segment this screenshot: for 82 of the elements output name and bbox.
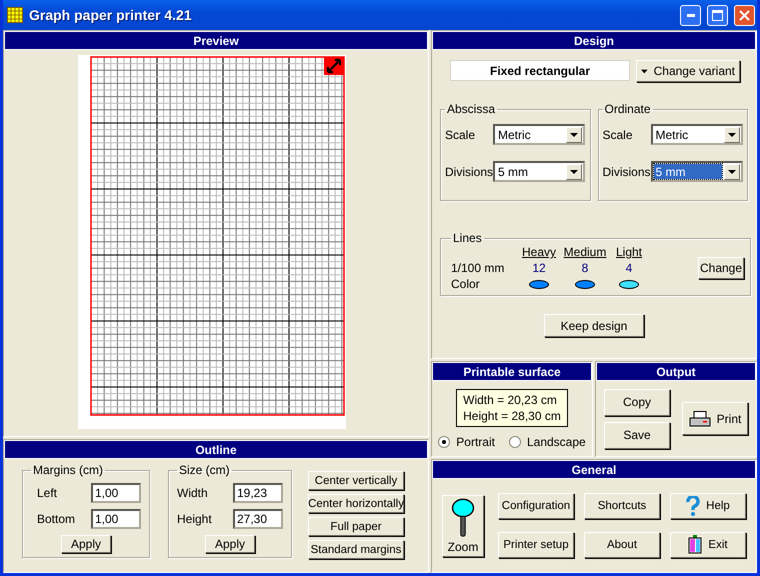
column-header: Light: [614, 245, 644, 259]
panel-header: Outline: [4, 440, 428, 459]
field-label: Divisions: [602, 164, 650, 178]
keep-design-button[interactable]: Keep design: [544, 314, 644, 337]
dropdown-arrow-icon: [570, 170, 578, 174]
zoom-button[interactable]: Zoom: [442, 494, 484, 556]
field-label: Bottom: [36, 512, 76, 526]
dropdown-arrow-icon: [728, 132, 736, 136]
line-width: 8: [580, 261, 590, 275]
outline-button[interactable]: Center horizontally: [308, 494, 404, 513]
apply-button[interactable]: Apply: [205, 535, 255, 553]
dropdown[interactable]: 5 mm: [493, 161, 585, 182]
panel-header: Printable surface: [432, 362, 592, 381]
change-variant-button[interactable]: Change variant: [636, 60, 740, 82]
number-field[interactable]: 1,00: [91, 483, 141, 503]
line-width: 12: [531, 261, 547, 275]
radio-button[interactable]: [438, 436, 450, 448]
maximize-button[interactable]: [707, 4, 728, 26]
close-icon: [739, 10, 750, 20]
field-label: Divisions: [445, 164, 493, 178]
panel-header: Design: [432, 31, 756, 50]
outline-button[interactable]: Full paper: [308, 517, 404, 536]
radio-label: Portrait: [456, 435, 495, 449]
column-header: Heavy: [520, 245, 557, 259]
row-label: Color: [451, 277, 481, 291]
group-label: Size (cm): [178, 463, 231, 477]
general-button[interactable]: Shortcuts: [584, 493, 660, 519]
group-label: Ordinate: [604, 102, 652, 116]
general-button[interactable]: Help: [670, 493, 746, 519]
panel-header: Output: [596, 362, 756, 381]
magnifier-icon: [450, 498, 476, 538]
outline-button[interactable]: Center vertically: [308, 471, 404, 490]
print-button[interactable]: Print: [682, 402, 748, 435]
group-label: Margins (cm): [32, 463, 104, 477]
field-label: Scale: [602, 128, 634, 142]
color-swatch[interactable]: [619, 280, 639, 288]
dropdown-arrow-icon: [728, 170, 736, 174]
color-swatch[interactable]: [575, 280, 595, 288]
line-width: 4: [624, 261, 634, 275]
radio-label: Landscape: [526, 435, 586, 449]
resize-icon[interactable]: [324, 57, 344, 75]
group-label: Abscissa: [446, 102, 496, 116]
maximize-icon: [712, 10, 723, 20]
panel-header: Preview: [4, 31, 428, 50]
variant-name: Fixed rectangular: [450, 60, 630, 81]
field-label: Left: [36, 486, 58, 500]
dropdown[interactable]: Metric: [650, 124, 742, 145]
column-header: Medium: [562, 245, 608, 259]
number-field[interactable]: 19,23: [233, 483, 283, 503]
group-label: Lines: [452, 231, 483, 245]
field-label: Width: [177, 486, 209, 500]
minimize-button[interactable]: [680, 4, 701, 26]
general-button[interactable]: Exit: [670, 532, 746, 558]
outline-button[interactable]: Standard margins: [308, 540, 404, 559]
dimension-text: Width = 20,23 cm: [463, 392, 558, 408]
minimize-icon: [686, 14, 694, 16]
dropdown[interactable]: 5 mm: [650, 161, 742, 182]
number-field[interactable]: 1,00: [91, 509, 141, 529]
question-mark-icon: [686, 496, 700, 516]
output-button[interactable]: Copy: [604, 388, 670, 416]
panel-header: General: [432, 460, 756, 479]
dropdown[interactable]: Metric: [493, 124, 585, 145]
row-label: 1/100 mm: [451, 261, 506, 275]
apply-button[interactable]: Apply: [61, 535, 111, 553]
dropdown-arrow-icon: [570, 132, 578, 136]
printer-icon: [688, 410, 711, 426]
dropdown-arrow-icon: [641, 68, 648, 74]
field-label: Height: [177, 512, 213, 526]
dimension-text: Height = 28,30 cm: [463, 408, 561, 424]
door-icon: [688, 535, 702, 555]
color-swatch[interactable]: [529, 280, 549, 288]
app-icon: [7, 7, 23, 23]
close-button[interactable]: [734, 4, 755, 26]
number-field[interactable]: 27,30: [233, 509, 283, 529]
general-button[interactable]: Configuration: [498, 493, 574, 519]
output-button[interactable]: Save: [604, 422, 670, 448]
general-button[interactable]: About: [584, 532, 660, 558]
change-button[interactable]: Change: [698, 257, 744, 279]
general-button[interactable]: Printer setup: [498, 532, 574, 558]
window-title: Graph paper printer 4.21: [29, 7, 193, 23]
field-label: Scale: [445, 128, 476, 142]
radio-button[interactable]: [508, 436, 521, 448]
